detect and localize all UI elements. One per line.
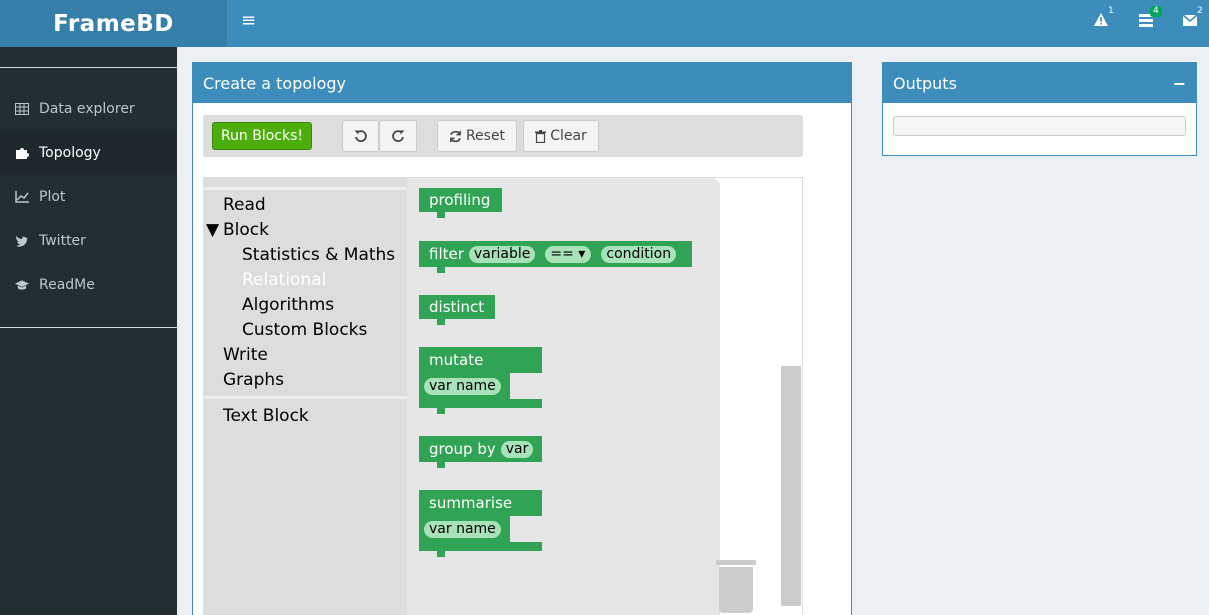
clear-label: Clear [550,128,587,144]
sidebar-divider [0,67,177,68]
graduation-cap-icon [15,279,29,291]
filter-block[interactable]: filter variable == ▾ condition [419,241,692,267]
category-statistics-maths[interactable]: Statistics & Maths [242,245,395,265]
blockly-workspace[interactable]: Read ▼ Block Statistics & Maths Relation… [203,177,803,615]
filter-operator-dropdown[interactable]: == ▾ [545,245,592,263]
mutate-var-field[interactable]: var name [424,377,501,395]
redo-button[interactable] [379,120,417,152]
category-custom-blocks[interactable]: Custom Blocks [242,320,367,340]
block-notch [437,462,445,468]
summarise-var-row: var name [419,516,510,542]
sidebar-item-label: Data explorer [39,101,135,117]
tasks-icon[interactable]: 4 [1138,6,1162,34]
messages-badge: 2 [1197,6,1203,16]
outputs-title: Outputs [893,73,957,93]
filter-condition-field[interactable]: condition [601,245,677,263]
summarise-block[interactable]: summarise [419,490,542,516]
clear-button[interactable]: Clear [523,120,599,152]
line-chart-icon [15,191,29,203]
block-notch [437,212,445,218]
block-notch [437,319,445,325]
block-label: summarise [429,494,513,512]
sidebar-divider [0,327,177,328]
undo-button[interactable] [342,120,379,152]
sidebar-item-plot[interactable]: Plot [0,175,177,219]
sidebar-item-twitter[interactable]: Twitter [0,219,177,263]
sidebar-item-label: Plot [39,189,66,205]
blockly-flyout: profiling filter variable == ▾ condition… [407,178,720,615]
group-by-block[interactable]: group by var [419,436,542,462]
outputs-header: Outputs − [883,63,1196,103]
reset-label: Reset [465,128,506,144]
group-var-field[interactable]: var [500,440,534,458]
envelope-icon[interactable]: 2 [1182,6,1204,34]
panel-title: Create a topology [193,63,851,103]
category-graphs[interactable]: Graphs [223,370,284,390]
sidebar-item-data-explorer[interactable]: Data explorer [0,87,177,131]
trashcan-lid [716,560,756,565]
sidebar-item-label: Twitter [39,233,86,249]
sidebar-item-topology[interactable]: Topology [0,131,177,175]
block-label: distinct [429,298,485,316]
notification-badge: 1 [1108,6,1114,16]
reset-button[interactable]: Reset [437,120,517,152]
trashcan-icon[interactable] [719,567,753,613]
undo-icon [354,130,367,142]
block-notch [437,267,445,273]
toolbox-divider [204,396,407,399]
distinct-block[interactable]: distinct [419,295,495,319]
topology-panel: Create a topology Run Blocks! Reset Clea… [192,62,852,615]
block-label: group by [429,440,496,458]
trash-icon [535,129,547,143]
tasks-badge: 4 [1150,6,1162,17]
table-icon [15,103,29,115]
summarise-var-field[interactable]: var name [424,520,501,538]
block-notch [437,408,445,414]
category-read[interactable]: Read [223,195,266,215]
category-block-toggle-icon[interactable]: ▼ [206,220,219,240]
blockly-toolbox: Read ▼ Block Statistics & Maths Relation… [204,178,407,615]
mutate-var-row: var name [419,373,510,399]
profiling-block[interactable]: profiling [419,188,502,212]
block-notch [437,551,445,557]
run-blocks-button[interactable]: Run Blocks! [212,122,312,150]
category-block[interactable]: Block [223,220,269,240]
sidebar-item-label: Topology [39,145,101,161]
toolbox-divider [204,187,407,190]
warning-icon[interactable]: 1 [1093,6,1115,34]
redo-icon [392,130,405,142]
output-field[interactable] [893,116,1186,136]
category-algorithms[interactable]: Algorithms [242,295,334,315]
sidebar: Data explorer Topology Plot Twitter Read… [0,47,177,615]
refresh-icon [450,130,461,142]
block-label: mutate [429,351,484,369]
category-relational[interactable]: Relational [242,270,326,290]
category-text-block[interactable]: Text Block [223,406,309,426]
blocks-toolbar: Run Blocks! Reset Clear [203,115,803,157]
mutate-block[interactable]: mutate [419,347,542,373]
puzzle-icon [15,146,29,160]
collapse-button[interactable]: − [1173,74,1186,93]
app-logo[interactable]: FrameBD [0,0,227,47]
twitter-icon [15,235,29,247]
category-write[interactable]: Write [223,345,268,365]
sidebar-item-label: ReadMe [39,277,95,293]
filter-variable-field[interactable]: variable [468,245,536,263]
outputs-panel: Outputs − [882,62,1197,156]
panel-title-text: Create a topology [203,73,347,93]
top-navbar: ≡ 1 4 2 [227,0,1209,47]
block-label: profiling [429,191,491,209]
sidebar-item-readme[interactable]: ReadMe [0,263,177,307]
summarise-block-footer [419,542,542,551]
sidebar-toggle-icon[interactable]: ≡ [241,12,257,30]
workspace-scrollbar[interactable] [781,366,801,606]
mutate-block-footer [419,399,542,408]
block-label: filter [429,245,464,263]
